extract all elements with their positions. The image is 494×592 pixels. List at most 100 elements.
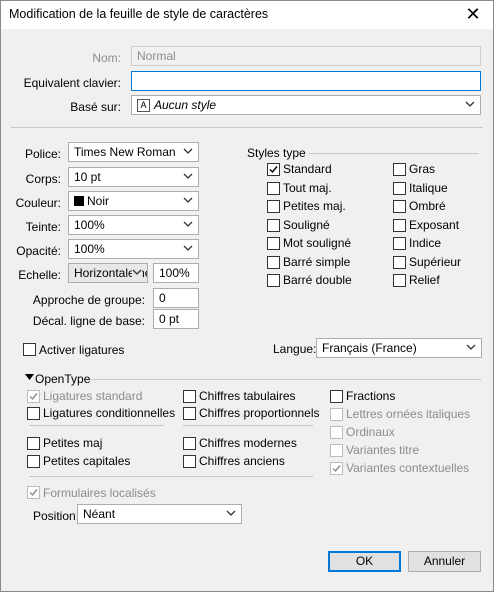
couleur-label: Couleur: <box>15 196 61 210</box>
opacite-select[interactable]: 100% <box>68 239 199 259</box>
option-checkbox[interactable] <box>183 455 196 468</box>
option-checkbox[interactable] <box>267 163 280 176</box>
option-checkbox <box>330 408 343 421</box>
couleur-value: Noir <box>87 194 110 208</box>
langue-select[interactable]: Français (France) <box>316 338 482 358</box>
collapse-triangle-icon[interactable] <box>25 374 34 381</box>
ligatures-checkbox[interactable] <box>23 343 36 356</box>
decal-field[interactable]: 0 pt <box>153 309 199 329</box>
option-checkbox[interactable] <box>330 390 343 403</box>
police-label: Police: <box>24 147 61 161</box>
option-checkbox[interactable] <box>183 390 196 403</box>
option-label: Mot souligné <box>283 236 352 250</box>
color-swatch <box>74 196 84 206</box>
separator <box>183 425 313 426</box>
position-value: Néant <box>83 507 116 521</box>
opentype-heading[interactable]: OpenType <box>35 372 90 386</box>
option-checkbox[interactable] <box>393 255 406 269</box>
chevron-down-icon <box>183 221 193 227</box>
option-checkbox[interactable] <box>393 200 406 213</box>
opacite-value: 100% <box>74 242 105 256</box>
approche-label: Approche de groupe: <box>32 293 145 307</box>
chevron-down-icon <box>132 267 142 277</box>
option-label: Exposant <box>409 217 460 232</box>
equivalent-label: Equivalent clavier: <box>23 76 121 90</box>
option-label: Standard <box>283 162 332 176</box>
base-select[interactable]: A Aucun style <box>131 95 481 115</box>
chevron-down-icon <box>183 148 193 154</box>
couleur-select[interactable]: Noir <box>68 191 199 211</box>
option-label: Indice <box>409 236 442 250</box>
chevron-down-icon <box>183 197 193 203</box>
langue-label: Langue: <box>273 342 317 356</box>
option-checkbox[interactable] <box>267 255 280 269</box>
option-label: Barré simple <box>283 254 351 269</box>
option-checkbox[interactable] <box>267 274 280 287</box>
teinte-label: Teinte: <box>25 220 61 234</box>
formulaires-label: Formulaires localisés <box>43 486 156 500</box>
separator <box>29 476 313 477</box>
option-label: Ligatures standard <box>43 389 143 403</box>
styles-heading: Styles type <box>247 146 306 160</box>
option-checkbox[interactable] <box>27 455 40 468</box>
option-label: Chiffres modernes <box>199 436 297 450</box>
option-checkbox <box>27 390 40 403</box>
option-checkbox[interactable] <box>267 218 280 232</box>
chevron-down-icon <box>183 245 193 251</box>
close-icon[interactable]: ✕ <box>463 4 483 24</box>
teinte-select[interactable]: 100% <box>68 215 199 235</box>
option-checkbox <box>330 426 343 439</box>
police-select[interactable]: Times New Roman <box>68 142 199 162</box>
langue-value: Français (France) <box>322 341 417 355</box>
option-checkbox[interactable] <box>27 437 40 450</box>
separator <box>91 379 481 380</box>
teinte-value: 100% <box>74 218 105 232</box>
option-checkbox[interactable] <box>393 181 406 195</box>
option-label: Variantes contextuelles <box>346 461 470 475</box>
chevron-down-icon <box>466 344 476 350</box>
option-checkbox[interactable] <box>183 407 196 420</box>
option-label: Petites maj. <box>283 199 346 213</box>
option-checkbox[interactable] <box>183 437 196 450</box>
chevron-down-icon <box>465 101 475 107</box>
base-label: Basé sur: <box>70 100 121 114</box>
option-label: Lettres ornées italiques <box>346 407 471 421</box>
opacite-label: Opacité: <box>16 244 61 258</box>
option-checkbox[interactable] <box>267 181 280 195</box>
chevron-down-icon <box>183 173 193 179</box>
option-label: Chiffres anciens <box>199 454 285 468</box>
option-checkbox[interactable] <box>393 218 406 232</box>
option-checkbox <box>330 462 343 475</box>
option-label: Tout maj. <box>283 180 332 195</box>
corps-select[interactable]: 10 pt <box>68 167 199 187</box>
option-label: Ligatures conditionnelles <box>43 406 176 420</box>
ok-button[interactable]: OK <box>328 551 401 572</box>
window-title: Modification de la feuille de style de c… <box>9 7 269 21</box>
option-checkbox[interactable] <box>393 163 406 176</box>
decal-label: Décal. ligne de base: <box>32 314 145 328</box>
chevron-down-icon <box>226 510 236 516</box>
equivalent-field[interactable] <box>131 71 481 91</box>
option-checkbox[interactable] <box>393 274 406 287</box>
corps-label: Corps: <box>25 172 61 186</box>
approche-field[interactable]: 0 <box>153 288 199 308</box>
position-label: Position: <box>33 509 80 523</box>
option-label: Chiffres tabulaires <box>199 389 296 403</box>
option-checkbox[interactable] <box>267 200 280 213</box>
echelle-label: Echelle: <box>18 268 61 282</box>
corps-value: 10 pt <box>74 170 101 184</box>
option-checkbox[interactable] <box>393 237 406 250</box>
cancel-button[interactable]: Annuler <box>408 551 481 572</box>
formulaires-checkbox <box>27 486 40 499</box>
option-checkbox[interactable] <box>267 237 280 250</box>
option-label: Petites maj <box>43 436 103 450</box>
separator <box>29 425 164 426</box>
option-label: Relief <box>409 273 440 287</box>
base-value: Aucun style <box>154 98 217 112</box>
option-checkbox <box>330 444 343 457</box>
echelle-mode-select[interactable]: Horizontalement <box>68 263 148 283</box>
option-checkbox[interactable] <box>27 407 40 420</box>
separator <box>11 127 483 128</box>
echelle-field[interactable]: 100% <box>153 263 199 283</box>
position-select[interactable]: Néant <box>77 504 242 524</box>
